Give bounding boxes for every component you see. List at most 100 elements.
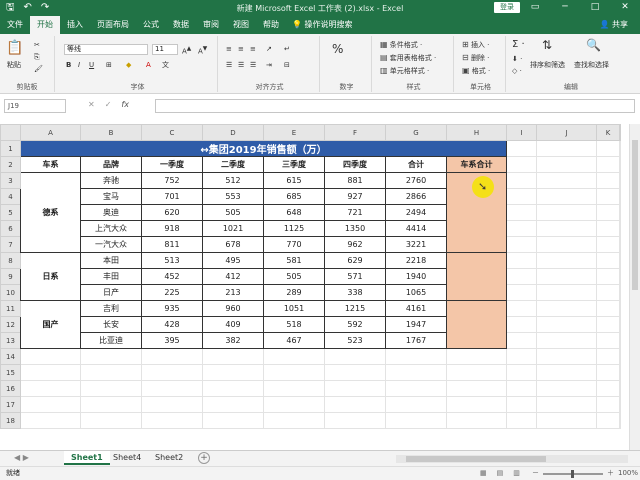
row-header[interactable]: 13: [0, 332, 21, 349]
percent-icon[interactable]: %: [332, 43, 343, 55]
row-header[interactable]: 7: [0, 236, 21, 253]
data-cell[interactable]: 581: [263, 252, 325, 269]
cell[interactable]: [506, 156, 537, 173]
header-cell[interactable]: 三季度: [263, 156, 325, 173]
data-cell[interactable]: 685: [263, 188, 325, 205]
data-cell[interactable]: 935: [141, 300, 203, 317]
table-title[interactable]: ↔集团2019年销售额（万）: [20, 140, 507, 157]
cell[interactable]: [596, 412, 620, 429]
cell[interactable]: [596, 300, 620, 317]
cell[interactable]: [536, 284, 597, 301]
tab-insert[interactable]: 插入: [60, 16, 90, 34]
data-cell[interactable]: 4161: [385, 300, 447, 317]
increase-font-icon[interactable]: A▲: [182, 44, 191, 56]
header-cell[interactable]: 四季度: [324, 156, 386, 173]
cell[interactable]: [536, 364, 597, 381]
font-name-select[interactable]: 等线: [64, 44, 148, 55]
cell[interactable]: [619, 204, 621, 221]
cell[interactable]: [80, 396, 142, 413]
align-middle-icon[interactable]: ≡: [238, 44, 244, 54]
data-cell[interactable]: 4414: [385, 220, 447, 237]
copy-icon[interactable]: ⎘: [34, 52, 40, 62]
close-icon[interactable]: ✕: [610, 0, 640, 16]
cell[interactable]: [619, 332, 621, 349]
row-header[interactable]: 1: [0, 140, 21, 157]
cell[interactable]: [596, 188, 620, 205]
column-header[interactable]: C: [141, 124, 203, 141]
cell[interactable]: [80, 412, 142, 429]
data-cell[interactable]: 3221: [385, 236, 447, 253]
cell[interactable]: [506, 332, 537, 349]
data-cell[interactable]: 2760: [385, 172, 447, 189]
find-select-icon[interactable]: 🔍: [586, 39, 601, 51]
cell[interactable]: [385, 396, 447, 413]
cell[interactable]: [596, 172, 620, 189]
format-button[interactable]: ▣ 格式 ·: [462, 66, 490, 76]
table-format-button[interactable]: ▤ 套用表格格式 ·: [380, 53, 436, 63]
cell[interactable]: [506, 412, 537, 429]
cell[interactable]: [385, 380, 447, 397]
data-cell[interactable]: 1947: [385, 316, 447, 333]
data-cell[interactable]: 752: [141, 172, 203, 189]
cell[interactable]: [80, 348, 142, 365]
italic-icon[interactable]: I: [78, 60, 80, 70]
cell[interactable]: [536, 412, 597, 429]
cell[interactable]: [619, 364, 621, 381]
cell[interactable]: [506, 188, 537, 205]
row-header[interactable]: 14: [0, 348, 21, 365]
phonetic-icon[interactable]: 文: [162, 60, 169, 70]
align-left-icon[interactable]: ☰: [226, 60, 232, 70]
cell[interactable]: [596, 268, 620, 285]
cell[interactable]: [536, 252, 597, 269]
cell[interactable]: [385, 412, 447, 429]
cell[interactable]: [506, 220, 537, 237]
cell[interactable]: [536, 316, 597, 333]
cell[interactable]: [20, 348, 81, 365]
cell[interactable]: [324, 364, 386, 381]
cell[interactable]: [596, 140, 620, 157]
maximize-icon[interactable]: □: [580, 0, 610, 16]
fill-color-icon[interactable]: ◆: [126, 60, 131, 70]
cell[interactable]: [619, 172, 621, 189]
data-cell[interactable]: 553: [202, 188, 264, 205]
cell[interactable]: [596, 284, 620, 301]
cell[interactable]: [536, 236, 597, 253]
data-cell[interactable]: 上汽大众: [80, 220, 142, 237]
data-cell[interactable]: 701: [141, 188, 203, 205]
column-header[interactable]: B: [80, 124, 142, 141]
cell[interactable]: [506, 300, 537, 317]
data-cell[interactable]: 629: [324, 252, 386, 269]
data-cell[interactable]: 409: [202, 316, 264, 333]
data-cell[interactable]: 811: [141, 236, 203, 253]
data-cell[interactable]: 1125: [263, 220, 325, 237]
formula-input[interactable]: [155, 99, 635, 113]
align-right-icon[interactable]: ☰: [250, 60, 256, 70]
group-total-cell[interactable]: [446, 252, 507, 301]
tab-review[interactable]: 审阅: [196, 16, 226, 34]
cell[interactable]: [20, 364, 81, 381]
autosum-icon[interactable]: Σ ·: [512, 40, 525, 50]
page-layout-icon[interactable]: ▤: [497, 467, 504, 480]
row-header[interactable]: 12: [0, 316, 21, 333]
group-total-cell[interactable]: [446, 300, 507, 349]
cell[interactable]: [141, 364, 203, 381]
data-cell[interactable]: 奥迪: [80, 204, 142, 221]
cell[interactable]: [536, 220, 597, 237]
data-cell[interactable]: 2494: [385, 204, 447, 221]
data-cell[interactable]: 长安: [80, 316, 142, 333]
tab-help[interactable]: 帮助: [256, 16, 286, 34]
cell[interactable]: [324, 348, 386, 365]
cell[interactable]: [536, 156, 597, 173]
cell[interactable]: [506, 268, 537, 285]
tell-me-search[interactable]: 💡 操作说明搜索: [286, 16, 353, 34]
row-header[interactable]: 2: [0, 156, 21, 173]
data-cell[interactable]: 962: [324, 236, 386, 253]
cell[interactable]: [596, 332, 620, 349]
data-cell[interactable]: 452: [141, 268, 203, 285]
paste-icon[interactable]: 📋: [6, 40, 23, 56]
cell[interactable]: [619, 396, 621, 413]
data-cell[interactable]: 505: [202, 204, 264, 221]
data-cell[interactable]: 一汽大众: [80, 236, 142, 253]
data-cell[interactable]: 1051: [263, 300, 325, 317]
row-header[interactable]: 5: [0, 204, 21, 221]
